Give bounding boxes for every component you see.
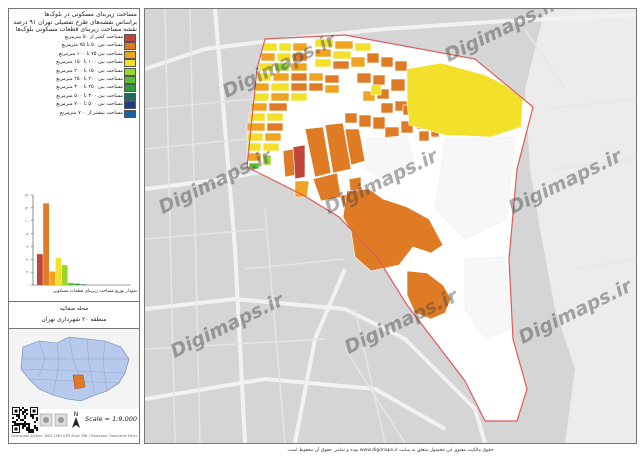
chart-caption: نمودار توزیع مساحت زیربنای قطعات مسکونی xyxy=(52,289,137,294)
chart-bar xyxy=(61,265,68,285)
legend-item: مساحت بین ۵۰ تا ۷۵ مترمربع xyxy=(12,41,136,51)
area-distribution-chart: ۰ ۲۰ ۴۰ ۶۰ ۸۰ ۱۰۰ ۱۲۰ ۱۴۰ xyxy=(24,194,131,288)
legend-item: مساحت بین ۱۰۰ تا ۱۵۰ مترمربع xyxy=(12,58,136,68)
y-tick-label: ۱۴۰ xyxy=(24,194,30,198)
y-tick-label: ۸۰ xyxy=(26,232,30,236)
qr-code xyxy=(12,407,38,433)
y-tick-label: ۴۰ xyxy=(26,258,30,262)
y-tick-label: ۲۰ xyxy=(26,271,30,275)
legend-item: مساحت بین ۲۰۰ تا ۲۵۰ مترمربع xyxy=(12,75,136,84)
chart-bar xyxy=(37,254,43,285)
legend-item: مساحت بین ۲۵۰ تا ۳۰۰ مترمربع xyxy=(12,83,136,93)
y-tick-label: ۶۰ xyxy=(26,245,30,249)
map-sheet: مساحت زیربنای مسکونی در بلوک‌ها براساس ن… xyxy=(0,0,643,461)
legend-item: مساحت کمتر از ۵۰ مترمربع xyxy=(12,33,136,42)
legend-item: مساحت بین ۱۵۰ تا ۲۰۰ مترمربع xyxy=(12,67,136,76)
legend-label: مساحت بین ۱۰۰ تا ۱۵۰ مترمربع xyxy=(56,59,123,66)
copyright-text: حقوق مالکیت معنوی این محصول متعلق به سای… xyxy=(286,448,494,453)
legend-label: مساحت بین ۷۵ تا ۱۰۰ مترمربع xyxy=(58,50,123,57)
legend-label: مساحت بین ۵۰۰ تا ۷۰۰ مترمربع xyxy=(56,101,123,108)
projection-note: Coordinate System: WGS 1984 UTM Zone 39N… xyxy=(11,434,137,438)
legend-label: مساحت بین ۵۰ تا ۷۵ مترمربع xyxy=(61,42,123,49)
legend-panel: مساحت زیربنای مسکونی در بلوک‌ها براساس ن… xyxy=(8,8,140,444)
north-arrow-icon: N xyxy=(72,411,80,428)
scale-label: Scale = 1:9,000 xyxy=(85,415,137,423)
chart-bar xyxy=(80,284,87,285)
main-map[interactable]: Digimaps.ir Digimaps.ir Digimaps.ir Digi… xyxy=(144,8,637,444)
inset-map xyxy=(9,329,139,409)
legend-label: مساحت کمتر از ۵۰ مترمربع xyxy=(64,34,123,40)
panel-title: مساحت زیربنای مسکونی در بلوک‌ها براساس ن… xyxy=(13,11,137,33)
chart-bar xyxy=(43,203,49,285)
y-tick-label: ۱۰۰ xyxy=(24,219,30,223)
legend-item: مساحت بین ۵۰۰ تا ۷۰۰ مترمربع xyxy=(12,100,136,110)
legend-item: مساحت بیشتر از ۷۰۰ مترمربع xyxy=(12,109,136,118)
district-name: محله صفائیه xyxy=(59,306,89,312)
y-tick-label: ۱۲۰ xyxy=(24,206,30,210)
legend: مساحت کمتر از ۵۰ مترمربع مساحت بین ۵۰ تا … xyxy=(12,33,136,118)
district-box: محله صفائیه منطقه ۲۰ شهرداری تهران xyxy=(9,301,139,329)
legend-label: مساحت بیشتر از ۷۰۰ مترمربع xyxy=(60,109,123,116)
legend-label: مساحت بین ۳۰۰ تا ۵۰۰ مترمربع xyxy=(56,92,123,99)
logo-icons xyxy=(39,413,68,427)
legend-label: مساحت بین ۱۵۰ تا ۲۰۰ مترمربع xyxy=(56,67,123,74)
legend-swatch xyxy=(124,109,136,118)
chart-bar xyxy=(68,283,74,285)
legend-item: مساحت بین ۷۵ تا ۱۰۰ مترمربع xyxy=(12,50,136,59)
chart-bar xyxy=(49,271,56,285)
legend-label: مساحت بین ۲۰۰ تا ۲۵۰ مترمربع xyxy=(56,75,123,82)
chart-bar xyxy=(55,258,62,285)
svg-text:N: N xyxy=(74,411,79,418)
y-tick-label: ۰ xyxy=(28,284,30,288)
district-subtitle: منطقه ۲۰ شهرداری تهران xyxy=(41,316,107,323)
legend-label: مساحت بین ۲۵۰ تا ۳۰۰ مترمربع xyxy=(56,84,123,91)
legend-item: مساحت بین ۳۰۰ تا ۵۰۰ مترمربع xyxy=(12,92,136,101)
chart-bar xyxy=(74,283,80,285)
